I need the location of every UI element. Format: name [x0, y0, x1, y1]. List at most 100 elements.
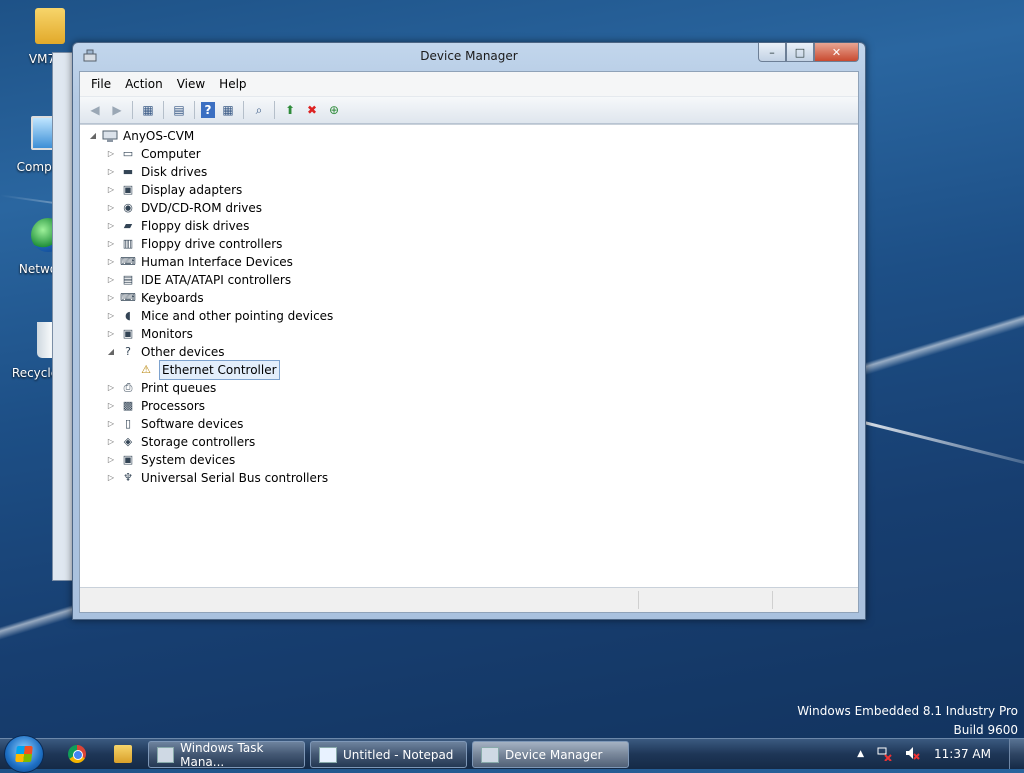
user-folder-icon [15, 8, 65, 48]
taskbar-task-manager[interactable]: Windows Task Mana... [148, 741, 305, 768]
tree-category[interactable]: ▷ ▬ Disk drives [106, 163, 207, 181]
tree-category-label: Display adapters [141, 183, 243, 197]
menu-view[interactable]: View [170, 72, 212, 96]
maximize-button[interactable]: □ [786, 43, 814, 62]
tree-category[interactable]: ▷ ◉ DVD/CD-ROM drives [106, 199, 262, 217]
taskbar-device-manager[interactable]: Device Manager [472, 741, 629, 768]
close-button[interactable]: ✕ [814, 43, 859, 62]
expand-arrow-icon[interactable]: ▷ [106, 199, 116, 217]
expand-arrow-icon[interactable]: ▷ [106, 469, 116, 487]
computer-icon [102, 129, 118, 143]
expand-arrow-icon[interactable]: ▷ [106, 181, 116, 199]
collapse-arrow-icon[interactable]: ◢ [88, 127, 98, 145]
keyboard-icon: ⌨ [120, 291, 136, 304]
printer-icon: ⎙ [123, 381, 133, 394]
task-label: Device Manager [505, 747, 603, 762]
menu-help[interactable]: Help [212, 72, 253, 96]
show-hide-tree-icon[interactable]: ▦ [139, 101, 157, 119]
tree-device[interactable]: ⚠ Ethernet Controller [138, 360, 280, 380]
window-client: File Action View Help ◀ ▶ ▦ ▤ ? ▦ ⌕ ⬆ ✖ … [79, 71, 859, 613]
status-bar [80, 587, 858, 612]
system-tray: ▲ 11:37 AM [851, 739, 1024, 769]
tree-category[interactable]: ▷ ▣ System devices [106, 451, 235, 469]
tree-category[interactable]: ▷ ⎙ Print queues [106, 379, 216, 397]
tree-category[interactable]: ▷ ▩ Processors [106, 397, 205, 415]
tree-category[interactable]: ◢? Other devices [106, 343, 225, 361]
recycle-bin-icon [15, 322, 65, 362]
tree-category-label: Human Interface Devices [141, 255, 293, 269]
menu-file[interactable]: File [84, 72, 118, 96]
file-explorer-icon[interactable] [114, 745, 132, 763]
toolbar-separator [274, 101, 275, 119]
expand-arrow-icon[interactable]: ▷ [106, 379, 116, 397]
title-bar[interactable]: Device Manager – □ ✕ [73, 43, 865, 71]
view-icon[interactable]: ▦ [219, 101, 237, 119]
expand-arrow-icon[interactable]: ▷ [106, 235, 116, 253]
expand-arrow-icon[interactable]: ▷ [106, 253, 116, 271]
tree-category[interactable]: ▷ ◈ Storage controllers [106, 433, 255, 451]
tree-category[interactable]: ▷ ▣ Display adapters [106, 181, 242, 199]
task-label: Untitled - Notepad [343, 747, 454, 762]
expand-arrow-icon[interactable]: ▷ [106, 433, 116, 451]
tree-category[interactable]: ▷ ▰ Floppy disk drives [106, 217, 249, 235]
tree-category[interactable]: ▷ ♆ Universal Serial Bus controllers [106, 469, 328, 487]
expand-arrow-icon[interactable]: ▷ [106, 415, 116, 433]
tree-category-label: Mice and other pointing devices [141, 309, 334, 323]
tree-root-label: AnyOS-CVM [123, 129, 195, 143]
scan-hardware-icon[interactable]: ⌕ [250, 101, 268, 119]
tree-category[interactable]: ▷ ⌨ Keyboards [106, 289, 204, 307]
taskbar-notepad[interactable]: Untitled - Notepad [310, 741, 467, 768]
warning-device-icon: ⚠ [141, 363, 151, 376]
ide-icon: ▤ [122, 273, 134, 286]
collapse-arrow-icon[interactable]: ◢ [106, 343, 116, 361]
expand-arrow-icon[interactable]: ▷ [106, 217, 116, 235]
software-device-icon: ▯ [124, 417, 132, 430]
expand-arrow-icon[interactable]: ▷ [106, 163, 116, 181]
uninstall-icon[interactable]: ✖ [303, 101, 321, 119]
expand-arrow-icon[interactable]: ▷ [106, 307, 116, 325]
network-status-icon[interactable] [876, 745, 892, 764]
enable-icon[interactable]: ⊕ [325, 101, 343, 119]
show-hidden-icons-arrow[interactable]: ▲ [857, 749, 864, 759]
tree-category[interactable]: ▷ ⌨ Human Interface Devices [106, 253, 293, 271]
properties-icon[interactable]: ▤ [170, 101, 188, 119]
tree-category[interactable]: ▷ ▯ Software devices [106, 415, 243, 433]
volume-muted-icon[interactable] [904, 745, 920, 764]
tree-category-label: Processors [141, 399, 206, 413]
show-desktop-button[interactable] [1009, 739, 1024, 769]
tree-category-label: System devices [141, 453, 236, 467]
floppy-controller-icon: ▥ [122, 237, 134, 250]
clock[interactable]: 11:37 AM [934, 747, 991, 761]
chrome-icon[interactable] [68, 745, 86, 763]
taskbar: Windows Task Mana... Untitled - Notepad … [0, 735, 1024, 773]
device-manager-icon [481, 746, 499, 763]
toolbar-separator [243, 101, 244, 119]
computer-icon [15, 116, 71, 156]
minimize-button[interactable]: – [758, 43, 786, 62]
expand-arrow-icon[interactable]: ▷ [106, 145, 116, 163]
tree-category[interactable]: ▷ ▣ Monitors [106, 325, 193, 343]
tree-category[interactable]: ▷ ◖ Mice and other pointing devices [106, 307, 333, 325]
help-icon[interactable]: ? [201, 102, 215, 118]
tree-category[interactable]: ▷ ▤ IDE ATA/ATAPI controllers [106, 271, 291, 289]
hid-icon: ⌨ [120, 255, 136, 268]
tree-root[interactable]: ◢ AnyOS-CVM [88, 127, 194, 145]
expand-arrow-icon[interactable]: ▷ [106, 397, 116, 415]
tree-category-label: Monitors [141, 327, 193, 341]
expand-arrow-icon[interactable]: ▷ [106, 451, 116, 469]
expand-arrow-icon[interactable]: ▷ [106, 289, 116, 307]
toolbar-separator [132, 101, 133, 119]
window-controls: – □ ✕ [758, 43, 859, 63]
update-driver-icon[interactable]: ⬆ [281, 101, 299, 119]
expand-arrow-icon[interactable]: ▷ [106, 271, 116, 289]
back-icon[interactable]: ◀ [86, 101, 104, 119]
tree-category[interactable]: ▷ ▭ Computer [106, 145, 201, 163]
forward-icon[interactable]: ▶ [108, 101, 126, 119]
tree-category-label: Disk drives [141, 165, 208, 179]
floppy-icon: ▰ [123, 219, 133, 232]
start-button[interactable] [4, 735, 44, 773]
expand-arrow-icon[interactable]: ▷ [106, 325, 116, 343]
tree-category[interactable]: ▷ ▥ Floppy drive controllers [106, 235, 283, 253]
menu-action[interactable]: Action [118, 72, 170, 96]
toolbar-separator [163, 101, 164, 119]
